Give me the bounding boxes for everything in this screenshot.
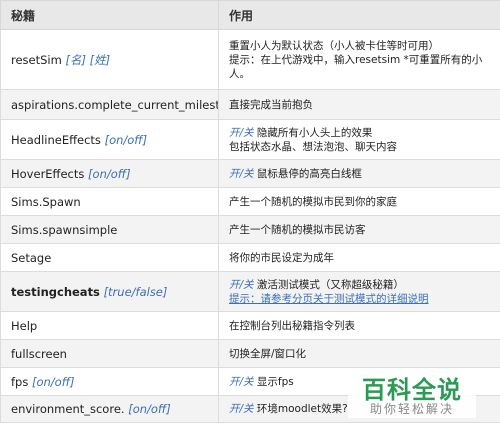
cheat-name: Sims.Spawn xyxy=(11,194,81,209)
toggle-label: 开/关 xyxy=(229,403,254,415)
cheat-name: Help xyxy=(11,318,38,333)
effect-text: 激活测试模式（又称超级秘籍） xyxy=(256,278,404,291)
cheat-cell: fps [on/off] xyxy=(0,367,219,396)
effect-cell: 将你的市民设定为成年 xyxy=(218,243,500,272)
cheat-params: [on/off] xyxy=(32,374,75,389)
effect-text: 重置小人为默认状态（小人被卡住等时可用） xyxy=(229,39,439,52)
effect-text: 直接完成当前抱负 xyxy=(229,98,313,111)
effect-text: 隐藏所有小人头上的效果 xyxy=(256,126,373,139)
cheat-cell: testingcheats [true/false] xyxy=(0,271,219,312)
cheat-name: environment_score. xyxy=(11,402,125,416)
watermark-slogan: 助你轻松解决 xyxy=(369,402,454,416)
cheat-name: fullscreen xyxy=(11,346,67,361)
effect-cell: 开/关 鼠标悬停的高亮白线框 xyxy=(218,159,500,188)
cheat-cell: environment_score. [on/off] xyxy=(0,395,219,423)
effect-text: 鼠标悬停的高亮白线框 xyxy=(256,167,362,180)
effect-text: 产生一个随机的模拟市民访客 xyxy=(229,223,366,236)
cheat-cell: HoverEffects [on/off] xyxy=(0,159,219,188)
cheat-name: testingcheats xyxy=(11,284,100,299)
cheat-name: fps xyxy=(11,374,29,389)
testing-mode-link[interactable]: 提示：请参考分页关于测试模式的详细说明 xyxy=(229,293,429,305)
effect-cell: 产生一个随机的模拟市民访客 xyxy=(218,215,500,244)
table-row: testingcheats [true/false] 开/关 激活测试模式（又称… xyxy=(0,271,500,312)
cheat-params: [on/off] xyxy=(104,132,148,147)
cheat-params: [true/false] xyxy=(103,284,168,299)
cheat-name: HoverEffects xyxy=(11,166,85,181)
header-effect: 作用 xyxy=(218,0,500,30)
effect-note-cont: 人。 xyxy=(229,67,250,80)
table-row: HeadlineEffects [on/off] 开/关 隐藏所有小人头上的效果… xyxy=(0,119,500,160)
table-row: fullscreen 切换全屏/窗口化 xyxy=(0,339,500,368)
cheat-cell: fullscreen xyxy=(0,339,219,368)
cheat-cell: Sims.Spawn xyxy=(0,187,219,216)
cheat-name: aspirations.complete_current_milestone xyxy=(11,97,219,112)
header-cheat: 秘籍 xyxy=(0,0,219,30)
table-row: Help 在控制台列出秘籍指令列表 xyxy=(0,311,500,340)
cheat-params: [on/off] xyxy=(88,166,131,181)
cheat-name: Setage xyxy=(11,250,52,265)
cheat-name: resetSim xyxy=(11,52,62,67)
table-row: Sims.Spawn 产生一个随机的模拟市民到你的家庭 xyxy=(0,187,500,216)
watermark: 百科全说 助你轻松解决 xyxy=(348,368,476,418)
toggle-label: 开/关 xyxy=(229,167,254,180)
effect-text: 将你的市民设定为成年 xyxy=(229,251,334,264)
cheat-cell: Setage xyxy=(0,243,219,272)
effect-text: 产生一个随机的模拟市民到你的家庭 xyxy=(229,195,397,208)
cheat-cell: HeadlineEffects [on/off] xyxy=(0,119,219,160)
cheats-table: 秘籍 作用 resetSim [名] [姓] 重置小人为默认状态（小人被卡住等时… xyxy=(0,0,500,423)
cheat-cell: Help xyxy=(0,311,219,340)
table-row: HoverEffects [on/off] 开/关 鼠标悬停的高亮白线框 xyxy=(0,159,500,188)
cheat-name: HeadlineEffects xyxy=(11,132,101,147)
toggle-label: 开/关 xyxy=(229,278,254,291)
effect-note: 包括状态水晶、想法泡泡、聊天内容 xyxy=(229,140,397,153)
effect-cell: 直接完成当前抱负 xyxy=(218,89,500,120)
effect-cell: 开/关 隐藏所有小人头上的效果 包括状态水晶、想法泡泡、聊天内容 xyxy=(218,119,500,160)
effect-cell: 重置小人为默认状态（小人被卡住等时可用） 提示：在上代游戏中，输入resetsi… xyxy=(218,29,500,90)
table-row: Sims.spawnsimple 产生一个随机的模拟市民访客 xyxy=(0,215,500,244)
effect-text: 环境moodlet效果? xyxy=(256,403,348,415)
cheat-cell: resetSim [名] [姓] xyxy=(0,29,219,90)
effect-text: 切换全屏/窗口化 xyxy=(229,347,307,360)
effect-text: 显示fps xyxy=(256,375,294,388)
cheat-params: [名] [姓] xyxy=(65,52,111,67)
toggle-label: 开/关 xyxy=(229,126,254,139)
cheat-name: Sims.spawnsimple xyxy=(11,222,118,237)
table-header-row: 秘籍 作用 xyxy=(0,0,500,30)
effect-text: 在控制台列出秘籍指令列表 xyxy=(229,319,355,332)
effect-cell: 产生一个随机的模拟市民到你的家庭 xyxy=(218,187,500,216)
effect-cell: 开/关 激活测试模式（又称超级秘籍） 提示：请参考分页关于测试模式的详细说明 xyxy=(218,271,500,312)
effect-note: 提示：在上代游戏中，输入resetsim *可重置所有的小 xyxy=(229,53,483,66)
table-row: Setage 将你的市民设定为成年 xyxy=(0,243,500,272)
cheat-cell: Sims.spawnsimple xyxy=(0,215,219,244)
cheat-cell: aspirations.complete_current_milestone xyxy=(0,89,219,120)
table-row: aspirations.complete_current_milestone 直… xyxy=(0,89,500,120)
table-row: resetSim [名] [姓] 重置小人为默认状态（小人被卡住等时可用） 提示… xyxy=(0,29,500,90)
effect-cell: 在控制台列出秘籍指令列表 xyxy=(218,311,500,340)
toggle-label: 开/关 xyxy=(229,375,254,388)
cheat-params: [on/off] xyxy=(128,402,171,416)
effect-cell: 切换全屏/窗口化 xyxy=(218,339,500,368)
